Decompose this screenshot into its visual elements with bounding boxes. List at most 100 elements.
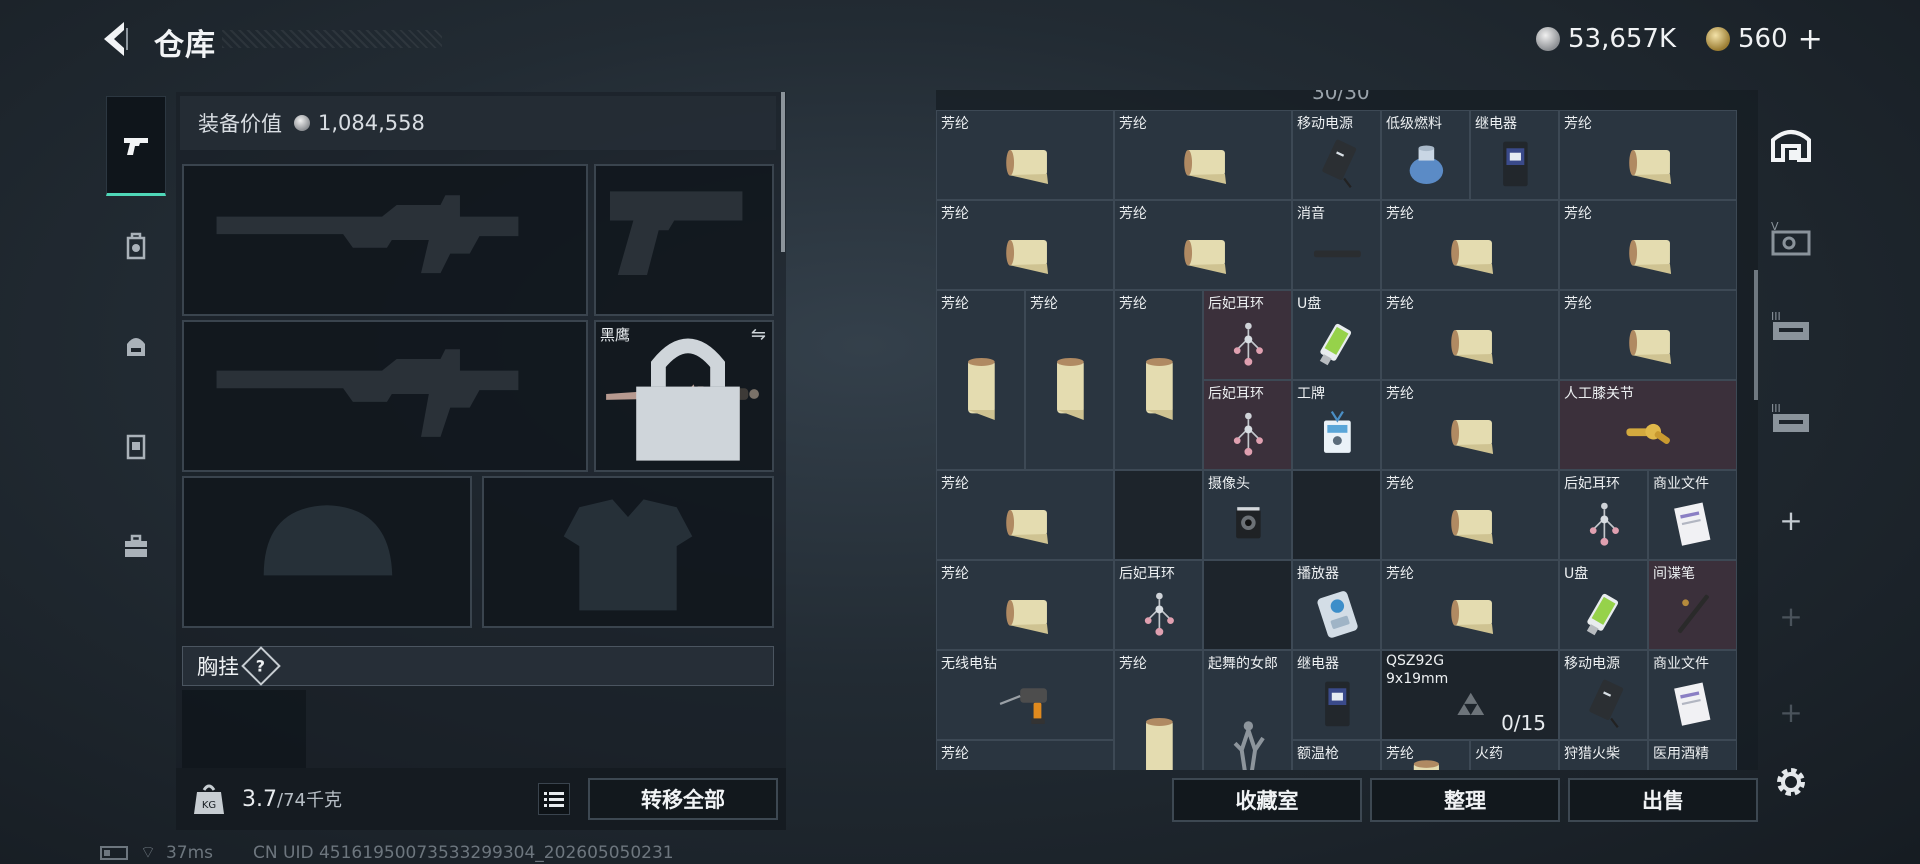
- storage-item[interactable]: 无线电钻: [936, 650, 1114, 740]
- sort-button[interactable]: 整理: [1370, 778, 1560, 822]
- sidearm-slot[interactable]: [594, 164, 774, 316]
- empty-cell[interactable]: [1292, 470, 1381, 560]
- earring-icon: [1233, 412, 1264, 456]
- tab-warehouse[interactable]: [1762, 106, 1820, 182]
- empty-cell[interactable]: [1203, 560, 1292, 650]
- storage-tab-rail: V III III + + +: [1762, 92, 1820, 832]
- add-gold-button[interactable]: +: [1798, 22, 1823, 57]
- add-storage-slot[interactable]: +: [1762, 674, 1820, 750]
- storage-item[interactable]: 芳纶: [1114, 650, 1203, 770]
- storage-item[interactable]: 芳纶: [1114, 200, 1292, 290]
- chest-rig-header: 胸挂 ?: [182, 646, 774, 686]
- item-label: 芳纶: [1564, 116, 1592, 132]
- storage-item[interactable]: 移动电源: [1292, 110, 1381, 200]
- storage-item[interactable]: 后妃耳环: [1203, 380, 1292, 470]
- storage-item[interactable]: 芳纶: [1559, 110, 1737, 200]
- rail-item-helmet[interactable]: [106, 196, 166, 296]
- storage-item[interactable]: 芳纶: [1559, 290, 1737, 380]
- storage-item[interactable]: 芳纶: [1559, 200, 1737, 290]
- storage-item[interactable]: 额温枪: [1292, 740, 1381, 770]
- add-storage-button[interactable]: +: [1762, 482, 1820, 558]
- rail-item-armor[interactable]: [106, 296, 166, 396]
- earring-icon: [1144, 592, 1175, 636]
- storage-item[interactable]: 医用酒精: [1648, 740, 1737, 770]
- empty-cell[interactable]: [1114, 470, 1203, 560]
- plus-icon: +: [1779, 599, 1803, 633]
- camera-icon: [1236, 507, 1261, 539]
- storage-item[interactable]: 低级燃料: [1381, 110, 1470, 200]
- storage-item[interactable]: 芳纶: [936, 470, 1114, 560]
- storage-case-icon: V: [1771, 220, 1811, 256]
- storage-item[interactable]: 人工膝关节: [1559, 380, 1737, 470]
- chest-rig-slot[interactable]: [182, 690, 306, 768]
- storage-item[interactable]: 后妃耳环: [1114, 560, 1203, 650]
- item-label: 狩猎火柴: [1564, 746, 1620, 762]
- storage-item[interactable]: 芳纶: [1381, 290, 1559, 380]
- storage-grid[interactable]: 30/30 芳纶 芳纶 移动电源 低级燃料 继电器 芳纶 芳纶 芳纶 消音 芳纶 芳纶 芳纶 芳纶 芳纶后…: [936, 90, 1758, 770]
- storage-item[interactable]: 芳纶: [1114, 290, 1203, 470]
- rail-item-backpack[interactable]: [106, 496, 166, 596]
- transfer-all-button[interactable]: 转移全部: [588, 778, 778, 820]
- storage-item[interactable]: 继电器: [1292, 650, 1381, 740]
- spy-pen-icon: [1677, 594, 1710, 634]
- gold-currency[interactable]: 560 +: [1706, 22, 1823, 57]
- storage-item[interactable]: 后妃耳环: [1559, 470, 1648, 560]
- fabric-roll-icon: [1629, 240, 1672, 275]
- body-armor-slot[interactable]: [482, 476, 774, 628]
- plus-icon: +: [1779, 503, 1803, 537]
- storage-item[interactable]: 芳纶: [936, 200, 1114, 290]
- storage-item[interactable]: 芳纶: [936, 740, 1114, 770]
- storage-item[interactable]: 芳纶: [936, 110, 1114, 200]
- helmet-slot[interactable]: [182, 476, 472, 628]
- tab-storage-v[interactable]: V: [1762, 200, 1820, 276]
- tab-storage-iii-b[interactable]: III: [1762, 382, 1820, 458]
- storage-item[interactable]: 芳纶: [1381, 200, 1559, 290]
- loadout-scrollbar[interactable]: [781, 92, 785, 252]
- storage-item[interactable]: 播放器: [1292, 560, 1381, 650]
- rail-item-rig[interactable]: [106, 396, 166, 496]
- collection-room-button[interactable]: 收藏室: [1172, 778, 1362, 822]
- secondary-weapon-slot[interactable]: [182, 320, 588, 472]
- settings-button[interactable]: [1762, 744, 1820, 820]
- storage-item[interactable]: 摄像头: [1203, 470, 1292, 560]
- storage-item[interactable]: 芳纶: [936, 290, 1025, 470]
- storage-item[interactable]: 芳纶: [1381, 560, 1559, 650]
- storage-item[interactable]: 消音: [1292, 200, 1381, 290]
- storage-item[interactable]: 狩猎火柴: [1559, 740, 1648, 770]
- loadout-category-rail: [100, 92, 172, 688]
- primary-weapon-slot[interactable]: [182, 164, 588, 316]
- storage-item[interactable]: 火药: [1470, 740, 1559, 770]
- armor-silhouette-icon: [563, 499, 693, 611]
- storage-item[interactable]: 芳纶: [1114, 110, 1292, 200]
- melee-slot[interactable]: 黑鹰 ⇋: [594, 320, 774, 472]
- storage-item[interactable]: 继电器: [1470, 110, 1559, 200]
- storage-item[interactable]: QSZ92G 9x19mm 0/15: [1381, 650, 1559, 740]
- storage-item[interactable]: 工牌: [1292, 380, 1381, 470]
- rail-item-weapons[interactable]: [106, 96, 166, 196]
- add-storage-slot[interactable]: +: [1762, 578, 1820, 654]
- item-label: 商业文件: [1653, 476, 1709, 492]
- earring-icon: [1589, 502, 1620, 546]
- storage-item[interactable]: 芳纶: [1381, 470, 1559, 560]
- back-button[interactable]: [96, 18, 136, 60]
- alcohol-icon: [1660, 766, 1727, 770]
- storage-item[interactable]: 芳纶: [936, 560, 1114, 650]
- storage-item[interactable]: 芳纶: [1381, 380, 1559, 470]
- storage-item[interactable]: 芳纶: [1025, 290, 1114, 470]
- storage-item[interactable]: 商业文件: [1648, 650, 1737, 740]
- tab-storage-iii-a[interactable]: III: [1762, 290, 1820, 366]
- storage-item[interactable]: 商业文件: [1648, 470, 1737, 560]
- list-view-button[interactable]: [538, 783, 570, 815]
- storage-scrollbar[interactable]: [1754, 270, 1758, 400]
- weight-current: 3.7: [242, 787, 277, 812]
- storage-item[interactable]: 间谍笔: [1648, 560, 1737, 650]
- storage-item[interactable]: U盘: [1559, 560, 1648, 650]
- storage-item[interactable]: 芳纶: [1381, 740, 1470, 770]
- help-button[interactable]: ?: [241, 646, 281, 686]
- storage-item[interactable]: U盘: [1292, 290, 1381, 380]
- item-label: 播放器: [1297, 566, 1339, 582]
- storage-item[interactable]: 后妃耳环: [1203, 290, 1292, 380]
- storage-item[interactable]: 移动电源: [1559, 650, 1648, 740]
- sell-button[interactable]: 出售: [1568, 778, 1758, 822]
- storage-item[interactable]: 起舞的女郎: [1203, 650, 1292, 770]
